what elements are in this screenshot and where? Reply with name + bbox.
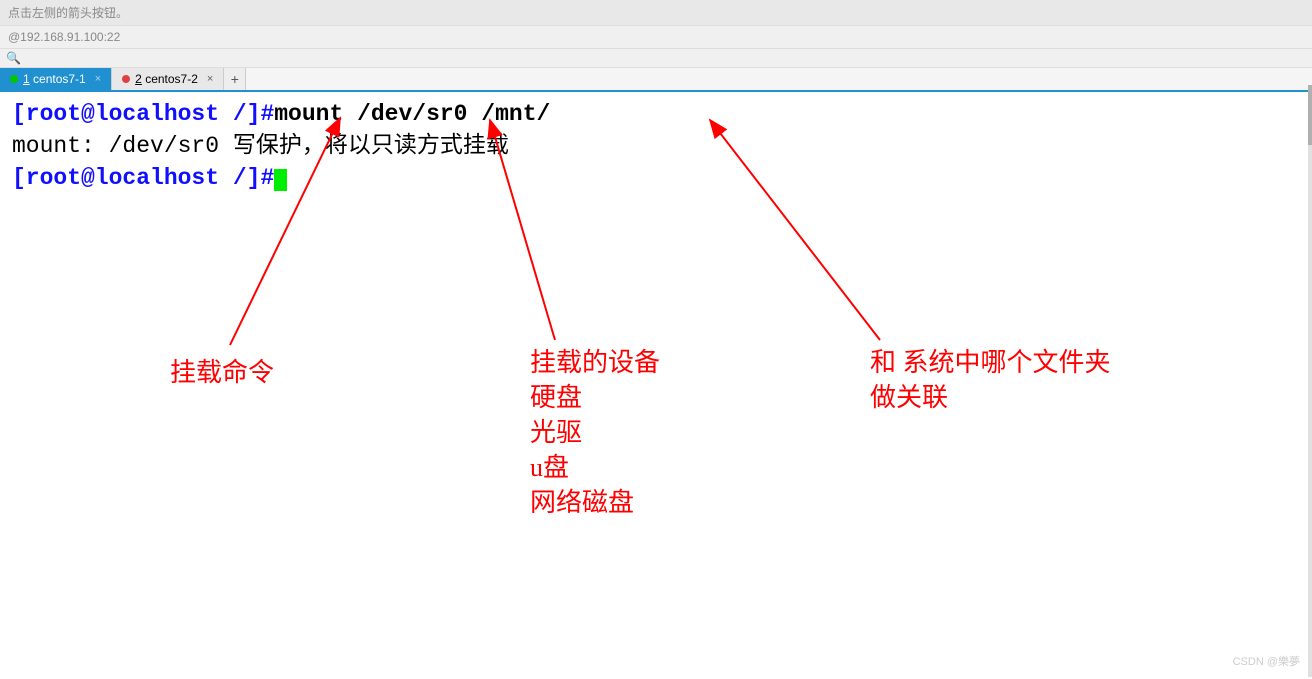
add-tab-button[interactable]: +: [224, 68, 246, 90]
scrollbar-handle[interactable]: [1308, 85, 1312, 145]
tabs-bar: 1 centos7-1 × 2 centos7-2 × +: [0, 68, 1312, 92]
tab-label: 1 centos7-1: [23, 72, 86, 86]
cursor: [274, 169, 287, 191]
close-icon[interactable]: ×: [95, 73, 101, 85]
status-indicator-icon: [10, 75, 18, 83]
terminal-line: [root@localhost /]#mount /dev/sr0 /mnt/: [12, 98, 1300, 130]
search-icon[interactable]: 🔍: [6, 51, 21, 65]
address-bar: @192.168.91.100:22: [0, 26, 1312, 49]
prompt: [root@localhost /]#: [12, 101, 274, 127]
terminal-line: [root@localhost /]#: [12, 162, 1300, 194]
status-indicator-icon: [122, 75, 130, 83]
scrollbar[interactable]: [1308, 85, 1312, 677]
annotation-mount-cmd: 挂载命令: [170, 355, 274, 390]
tab-label: 2 centos7-2: [135, 72, 198, 86]
terminal-output: mount: /dev/sr0 写保护，将以只读方式挂载: [12, 130, 1300, 162]
tab-centos7-2[interactable]: 2 centos7-2 ×: [112, 68, 224, 90]
watermark: CSDN @樂夢: [1233, 653, 1300, 669]
header-hint: 点击左侧的箭头按钮。: [0, 0, 1312, 26]
tab-centos7-1[interactable]: 1 centos7-1 ×: [0, 68, 112, 90]
prompt: [root@localhost /]#: [12, 165, 274, 191]
search-row: 🔍: [0, 49, 1312, 68]
command-text: mount /dev/sr0 /mnt/: [274, 101, 550, 127]
close-icon[interactable]: ×: [207, 73, 213, 85]
annotation-target: 和 系统中哪个文件夹 做关联: [870, 345, 1111, 415]
annotation-device: 挂载的设备 硬盘 光驱 u盘 网络磁盘: [530, 345, 660, 520]
